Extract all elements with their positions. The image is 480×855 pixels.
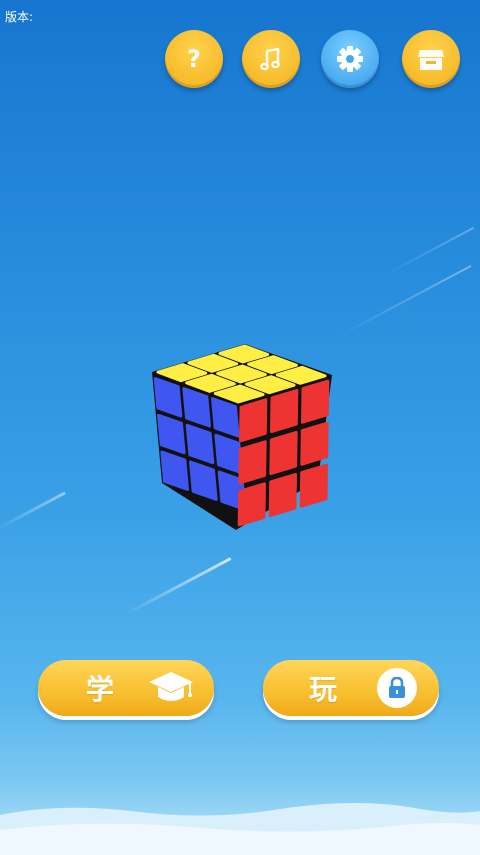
- cube-sticker-red: [237, 482, 266, 527]
- gear-icon: [337, 46, 363, 72]
- cube-body: [152, 344, 332, 530]
- play-label: 玩: [309, 673, 338, 706]
- cube-sticker-red: [268, 472, 297, 518]
- help-button[interactable]: ?: [165, 30, 223, 88]
- cube-sticker-red: [239, 398, 268, 443]
- settings-button[interactable]: [321, 30, 379, 88]
- learn-button[interactable]: 学: [38, 660, 214, 716]
- play-button[interactable]: 玩: [263, 660, 439, 716]
- cube-sticker-yellow: [185, 373, 236, 393]
- lock-icon: [389, 677, 405, 698]
- ground-cloud: [0, 803, 480, 855]
- cube-sticker-red: [269, 430, 298, 476]
- cube-left-face: [153, 377, 247, 511]
- music-note-icon: [260, 47, 280, 71]
- cube-sticker-yellow: [187, 353, 239, 373]
- cube-sticker-yellow: [213, 384, 265, 404]
- cube-sticker-yellow: [275, 365, 327, 385]
- cube-sticker-yellow: [247, 355, 298, 375]
- version-label: 版本:: [5, 10, 34, 24]
- store-icon: [418, 50, 444, 70]
- rubiks-cube[interactable]: [0, 0, 480, 855]
- learn-label: 学: [86, 673, 115, 706]
- cube-sticker-yellow: [218, 344, 270, 364]
- cube-sticker-red: [238, 440, 267, 485]
- lock-badge: [377, 668, 417, 708]
- cube-sticker-red: [301, 379, 330, 424]
- cube-sticker-yellow: [244, 375, 296, 395]
- sky-streak: [124, 557, 232, 616]
- cube-sticker-yellow: [156, 363, 208, 383]
- cube-top-face: [156, 344, 327, 404]
- cube-sticker-blue: [214, 433, 243, 475]
- music-button[interactable]: [242, 30, 300, 88]
- cube-sticker-blue: [217, 470, 247, 511]
- cube-sticker-red: [270, 388, 299, 434]
- cube-sticker-blue: [185, 423, 215, 465]
- cube-right-face: [237, 379, 330, 527]
- cube-sticker-blue: [182, 387, 211, 428]
- cube-sticker-blue: [211, 397, 240, 438]
- cube-sticker-blue: [153, 377, 183, 418]
- cube-sticker-blue: [160, 450, 189, 491]
- cube-sticker-red: [300, 421, 329, 466]
- cube-sticker-yellow: [216, 364, 267, 384]
- cube-sticker-blue: [157, 413, 186, 455]
- sky-streak: [385, 226, 475, 276]
- cube-sticker-blue: [189, 460, 218, 501]
- graduation-cap-icon: [149, 672, 193, 701]
- help-icon: ?: [187, 45, 201, 73]
- sky-streak: [338, 264, 472, 338]
- sky-streak: [0, 491, 67, 532]
- shop-button[interactable]: [402, 30, 460, 88]
- cube-sticker-red: [299, 463, 328, 508]
